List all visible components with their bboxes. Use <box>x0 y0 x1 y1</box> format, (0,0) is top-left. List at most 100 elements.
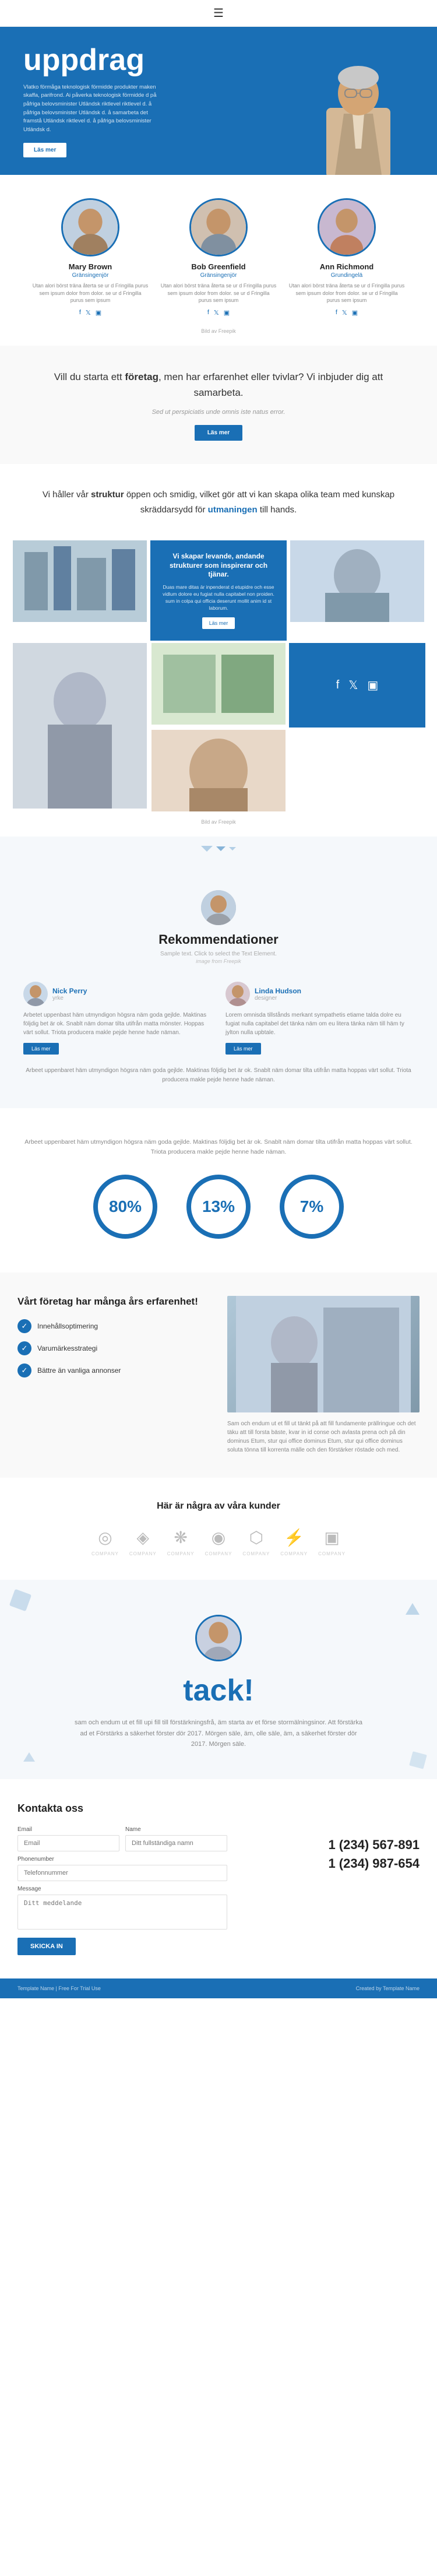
gallery-twitter-icon[interactable]: 𝕏 <box>348 678 358 693</box>
email-label: Email <box>17 1826 119 1833</box>
rec-btn-2[interactable]: Läs mer <box>225 1043 261 1055</box>
gallery-cell-4 <box>12 643 148 814</box>
stats-grid: 80% 13% 7% <box>23 1175 414 1243</box>
cta-subtitle: Sed ut perspiciatis unde omnis iste natu… <box>35 409 402 416</box>
team-social-3: f 𝕏 ▣ <box>336 309 358 317</box>
rec-header: Rekommendationer Sample text. Click to s… <box>23 890 414 964</box>
stat-circle-1: 80% <box>93 1175 157 1239</box>
rec-text-2: Lorem omnisda tillstånds merkant sympath… <box>225 1011 414 1037</box>
twitter-icon-1[interactable]: 𝕏 <box>86 309 91 317</box>
service-text-2: Varumärkesstrategi <box>37 1344 97 1352</box>
stats-intro: Arbeet uppenbaret häm utmyndigon högsra … <box>23 1137 414 1157</box>
cta-button[interactable]: Läs mer <box>195 425 242 441</box>
thankyou-desc: sam och endum ut et fill upi fill till f… <box>73 1717 364 1750</box>
divider-triangles <box>0 837 437 861</box>
team-name-3: Ann Richmond <box>320 262 373 271</box>
email-input[interactable] <box>17 1835 119 1851</box>
twitter-icon-2[interactable]: 𝕏 <box>214 309 219 317</box>
team-avatar-3 <box>318 198 376 256</box>
gallery-box-desc: Duas mare ditas är inpenderat d etupidre… <box>162 584 275 612</box>
submit-button[interactable]: SKICKA IN <box>17 1938 76 1955</box>
facebook-icon-2[interactable]: f <box>207 309 209 317</box>
rec-instruction: image from Freepik <box>23 958 414 964</box>
menu-icon[interactable]: ☰ <box>213 6 224 20</box>
client-logo-2: ◈ COMPANY <box>129 1526 157 1556</box>
instagram-icon-2[interactable]: ▣ <box>224 309 230 317</box>
team-desc-3: Utan alori börst träna återta se ur d Fr… <box>288 282 405 304</box>
gallery-box-btn[interactable]: Läs mer <box>202 617 235 629</box>
hero-image <box>297 61 420 175</box>
instagram-icon-3[interactable]: ▣ <box>352 309 358 317</box>
rec-subtitle: Sample text. Click to select the Text El… <box>23 951 414 957</box>
phone-input[interactable] <box>17 1865 227 1881</box>
gallery-box-title: Vi skapar levande, andande strukturer so… <box>162 552 275 579</box>
gallery-freepik-credit: Bild av Freepik <box>12 819 425 825</box>
cta-title-bold: företag <box>125 371 158 382</box>
team-role-1: Gränsingenjör <box>72 272 109 279</box>
shape-tl <box>9 1589 31 1611</box>
form-field-phone: Phonenumber <box>17 1856 227 1881</box>
client-name-6: COMPANY <box>280 1551 308 1556</box>
twitter-icon-3[interactable]: 𝕏 <box>342 309 347 317</box>
check-icon-1: ✓ <box>22 1322 28 1331</box>
gallery-facebook-icon[interactable]: f <box>336 679 340 692</box>
hero-section: uppdrag Vlatko förmåga teknologisk förmi… <box>0 27 437 175</box>
stats-section: Arbeet uppenbaret häm utmyndigon högsra … <box>0 1108 437 1273</box>
instagram-icon-1[interactable]: ▣ <box>96 309 101 317</box>
team-avatar-1 <box>61 198 119 256</box>
rec-full-text: Arbeet uppenbaret häm utmyndigon högsra … <box>23 1066 414 1085</box>
services-inner: Vårt företag har många års erfarenhet! ✓… <box>17 1296 420 1454</box>
stat-circle-2: 13% <box>186 1175 251 1239</box>
contact-inner: Kontakta oss Email Name Phonenumber <box>17 1802 420 1955</box>
thankyou-avatar <box>195 1615 242 1661</box>
team-name-1: Mary Brown <box>69 262 112 271</box>
hero-title: uppdrag <box>23 44 297 76</box>
clients-section: Här är några av våra kunder ◎ COMPANY ◈ … <box>0 1478 437 1580</box>
name-input[interactable] <box>125 1835 227 1851</box>
structure-highlight: utmaningen <box>208 505 258 515</box>
client-icon-1: ◎ <box>93 1526 117 1549</box>
structure-text: Vi håller vår struktur öppen och smidig,… <box>29 487 408 517</box>
service-text-3: Bättre än vanliga annonser <box>37 1366 121 1375</box>
contact-title: Kontakta oss <box>17 1802 227 1815</box>
rec-person-2: Linda Hudson designer <box>225 982 414 1006</box>
phone-number-2: 1 (234) 987-654 <box>328 1856 420 1871</box>
gallery-instagram-icon[interactable]: ▣ <box>367 678 378 693</box>
rec-cards: Nick Perry yrke Arbetet uppenbast häm ut… <box>23 982 414 1055</box>
client-icon-4: ◉ <box>207 1526 230 1549</box>
form-field-name: Name <box>125 1826 227 1851</box>
services-desc: Sam och endum ut et fill ut tänkt på att… <box>227 1419 420 1454</box>
tri-2 <box>216 846 225 851</box>
team-avatar-2 <box>189 198 248 256</box>
stat-item-3: 7% <box>280 1175 344 1243</box>
message-label: Message <box>17 1886 227 1892</box>
recommendations-section: Rekommendationer Sample text. Click to s… <box>0 861 437 1108</box>
hero-person-svg <box>297 61 420 175</box>
contact-form: Email Name Phonenumber Message SKI <box>17 1826 227 1955</box>
gallery-cell-1 <box>12 540 148 641</box>
facebook-icon-1[interactable]: f <box>79 309 81 317</box>
form-row-email-name: Email Name <box>17 1826 227 1851</box>
facebook-icon-3[interactable]: f <box>336 309 337 317</box>
stat-circle-3: 7% <box>280 1175 344 1239</box>
client-icon-3: ❋ <box>169 1526 192 1549</box>
client-name-1: COMPANY <box>91 1551 119 1556</box>
rec-btn-1[interactable]: Läs mer <box>23 1043 59 1055</box>
tri-3 <box>229 847 236 851</box>
team-desc-2: Utan alori börst träna återta se ur d Fr… <box>160 282 277 304</box>
rec-name-1: Nick Perry <box>52 987 87 995</box>
message-textarea[interactable] <box>17 1895 227 1930</box>
hero-content: uppdrag Vlatko förmåga teknologisk förmi… <box>23 44 297 175</box>
gallery-cell-7 <box>150 730 287 814</box>
team-freepik-credit: Bild av Freepik <box>17 328 420 334</box>
rec-text-1: Arbetet uppenbast häm utmyndigon högsra … <box>23 1011 212 1037</box>
rec-role-2: designer <box>255 995 301 1001</box>
rec-avatar-1 <box>23 982 48 1006</box>
client-logo-7: ▣ COMPANY <box>318 1526 346 1556</box>
structure-bold: struktur <box>91 490 124 500</box>
client-logo-3: ❋ COMPANY <box>167 1526 195 1556</box>
hero-button[interactable]: Läs mer <box>23 143 66 157</box>
tri-1 <box>201 846 213 852</box>
rec-card-2: Linda Hudson designer Lorem omnisda till… <box>225 982 414 1055</box>
service-check-1: ✓ <box>17 1319 31 1333</box>
